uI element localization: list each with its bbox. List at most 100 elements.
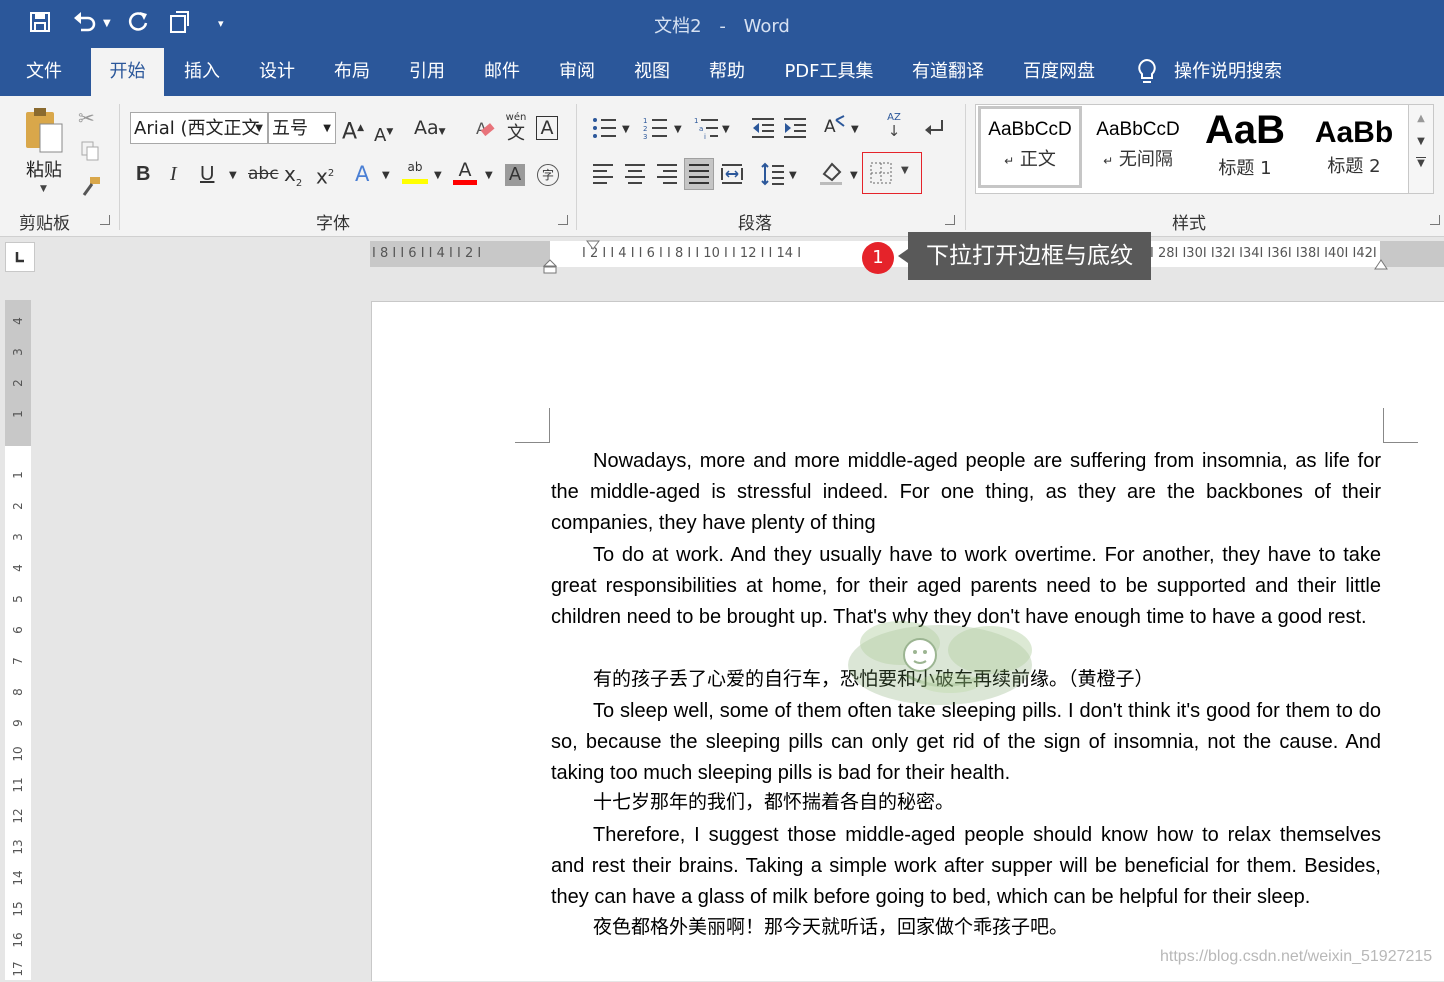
superscript-mark: 2 bbox=[327, 168, 335, 179]
chinese-layout-dropdown-icon[interactable]: ▼ bbox=[851, 118, 859, 142]
vertical-ruler[interactable]: 4 3 2 1 1 2 3 4 5 6 7 8 9 10 11 12 13 14… bbox=[5, 300, 31, 980]
first-line-indent-marker[interactable] bbox=[586, 237, 600, 256]
grow-font-button[interactable]: A▲ bbox=[342, 116, 364, 144]
style-heading-1[interactable]: AaB 标题 1 bbox=[1193, 106, 1297, 188]
character-shading-button[interactable]: A bbox=[505, 164, 525, 186]
align-center-icon[interactable] bbox=[624, 162, 646, 190]
tab-review[interactable]: 审阅 bbox=[549, 48, 605, 96]
tell-me-search[interactable]: 操作说明搜索 bbox=[1174, 48, 1294, 96]
cartoon-image[interactable] bbox=[840, 605, 1040, 715]
increase-indent-icon[interactable] bbox=[782, 116, 808, 144]
chinese-layout-icon[interactable]: A bbox=[822, 114, 848, 144]
highlight-dropdown-icon[interactable]: ▼ bbox=[434, 164, 442, 188]
font-name-combo[interactable]: Arial (西文正文 ▼ bbox=[130, 112, 268, 144]
tab-design[interactable]: 设计 bbox=[249, 48, 305, 96]
decrease-indent-icon[interactable] bbox=[750, 116, 776, 144]
tab-mailings[interactable]: 邮件 bbox=[474, 48, 530, 96]
italic-button[interactable]: I bbox=[170, 162, 177, 186]
bullets-dropdown-icon[interactable]: ▼ bbox=[622, 118, 630, 142]
underline-button[interactable]: U bbox=[200, 162, 214, 186]
tab-home[interactable]: 开始 bbox=[91, 48, 164, 96]
body-paragraph[interactable]: Nowadays, more and more middle-aged peop… bbox=[551, 446, 1381, 539]
font-launcher-icon[interactable] bbox=[558, 215, 568, 225]
character-border-button[interactable]: A bbox=[536, 116, 558, 140]
tab-selector[interactable] bbox=[5, 242, 35, 272]
change-case-button[interactable]: Aa▼ bbox=[414, 116, 446, 144]
paragraph-launcher-icon[interactable] bbox=[945, 215, 955, 225]
chinese-paragraph[interactable]: 夜色都格外美丽啊！那今天就听话，回家做个乖孩子吧。 bbox=[551, 912, 1381, 943]
enclose-characters-button[interactable]: 字 bbox=[537, 164, 559, 186]
clipboard-launcher-icon[interactable] bbox=[100, 215, 110, 225]
paste-dropdown-icon[interactable]: ▼ bbox=[40, 184, 47, 194]
chevron-down-icon[interactable]: ▼ bbox=[255, 113, 263, 143]
justify-button[interactable] bbox=[684, 158, 714, 190]
multilevel-list-dropdown-icon[interactable]: ▼ bbox=[722, 118, 730, 142]
align-left-icon[interactable] bbox=[592, 162, 614, 190]
tooltip: 下拉打开边框与底纹 bbox=[898, 232, 1151, 280]
style-name: 标题 1 bbox=[1218, 158, 1272, 179]
numbering-dropdown-icon[interactable]: ▼ bbox=[674, 118, 682, 142]
tab-baidu-netdisk[interactable]: 百度网盘 bbox=[1013, 48, 1105, 96]
style-heading-2[interactable]: AaBb 标题 2 bbox=[1302, 106, 1406, 188]
line-spacing-icon[interactable] bbox=[760, 162, 786, 190]
line-spacing-dropdown-icon[interactable]: ▼ bbox=[789, 164, 797, 188]
multilevel-list-icon[interactable]: 1ai bbox=[694, 116, 720, 144]
font-color-button[interactable]: A bbox=[453, 160, 477, 185]
show-formatting-icon[interactable] bbox=[922, 116, 946, 144]
phonetic-guide-button[interactable]: wén 文 bbox=[505, 112, 527, 144]
shading-dropdown-icon[interactable]: ▼ bbox=[850, 164, 858, 188]
font-color-icon: A bbox=[458, 159, 472, 181]
chinese-paragraph[interactable]: 十七岁那年的我们，都怀揣着各自的秘密。 bbox=[551, 787, 1381, 818]
style-normal[interactable]: AaBbCcD ↵ 正文 bbox=[978, 106, 1082, 188]
font-color-dropdown-icon[interactable]: ▼ bbox=[485, 164, 493, 188]
tab-view[interactable]: 视图 bbox=[624, 48, 680, 96]
left-indent-marker[interactable] bbox=[542, 259, 558, 279]
subscript-button[interactable]: x2 bbox=[284, 162, 302, 196]
grow-font-icon: A bbox=[342, 119, 358, 145]
tab-insert[interactable]: 插入 bbox=[174, 48, 230, 96]
borders-dropdown-icon[interactable]: ▼ bbox=[901, 165, 909, 176]
scroll-up-icon[interactable]: ▲ bbox=[1409, 113, 1433, 124]
scroll-down-icon[interactable]: ▼ bbox=[1409, 136, 1433, 147]
sort-button[interactable]: AZ ↓ bbox=[883, 113, 905, 140]
tab-help[interactable]: 帮助 bbox=[699, 48, 755, 96]
copy-icon[interactable] bbox=[80, 140, 100, 166]
tab-layout[interactable]: 布局 bbox=[324, 48, 380, 96]
strikethrough-button[interactable]: abc bbox=[248, 162, 279, 186]
ruler-left-labels: I 8 I I 6 I I 4 I I 2 I bbox=[372, 246, 482, 261]
superscript-button[interactable]: x2 bbox=[316, 162, 334, 189]
styles-launcher-icon[interactable] bbox=[1430, 215, 1440, 225]
body-paragraph[interactable]: Therefore, I suggest those middle-aged p… bbox=[551, 820, 1381, 913]
paragraph-mark-icon: ↵ bbox=[1004, 154, 1015, 168]
highlight-button[interactable]: ab bbox=[402, 160, 428, 184]
borders-button[interactable]: ▼ bbox=[862, 152, 922, 194]
tab-pdf-tools[interactable]: PDF工具集 bbox=[774, 48, 884, 96]
right-indent-marker[interactable] bbox=[1374, 256, 1388, 275]
tab-references[interactable]: 引用 bbox=[399, 48, 455, 96]
paste-icon[interactable] bbox=[22, 106, 66, 160]
chevron-down-icon[interactable]: ▼ bbox=[323, 113, 331, 143]
format-painter-icon[interactable] bbox=[80, 175, 102, 201]
styles-more-icon[interactable]: ▼ bbox=[1416, 157, 1426, 169]
shading-icon[interactable] bbox=[818, 160, 844, 190]
style-no-spacing[interactable]: AaBbCcD ↵ 无间隔 bbox=[1086, 106, 1190, 188]
clear-formatting-icon[interactable]: A bbox=[474, 116, 496, 144]
paste-button[interactable]: 粘贴 bbox=[26, 156, 62, 182]
tab-file[interactable]: 文件 bbox=[16, 48, 72, 96]
bold-button[interactable]: B bbox=[136, 162, 150, 186]
shrink-font-button[interactable]: A▼ bbox=[374, 120, 393, 148]
numbering-icon[interactable]: 123 bbox=[643, 116, 669, 144]
ruler-label: 6 bbox=[11, 626, 25, 634]
ruler-label: 1 bbox=[11, 410, 25, 418]
distributed-icon[interactable] bbox=[720, 162, 744, 190]
svg-text:1: 1 bbox=[694, 117, 698, 125]
cut-icon[interactable]: ✂ bbox=[78, 106, 95, 130]
styles-scrollbar[interactable]: ▲ ▼ ▼ bbox=[1408, 104, 1434, 194]
text-effects-dropdown-icon[interactable]: ▼ bbox=[382, 164, 390, 188]
bullets-icon[interactable] bbox=[592, 116, 618, 144]
font-size-combo[interactable]: 五号 ▼ bbox=[268, 112, 336, 144]
tab-youdao-translate[interactable]: 有道翻译 bbox=[902, 48, 994, 96]
underline-dropdown-icon[interactable]: ▼ bbox=[229, 164, 237, 188]
align-right-icon[interactable] bbox=[656, 162, 678, 190]
text-effects-button[interactable]: A bbox=[355, 162, 369, 186]
